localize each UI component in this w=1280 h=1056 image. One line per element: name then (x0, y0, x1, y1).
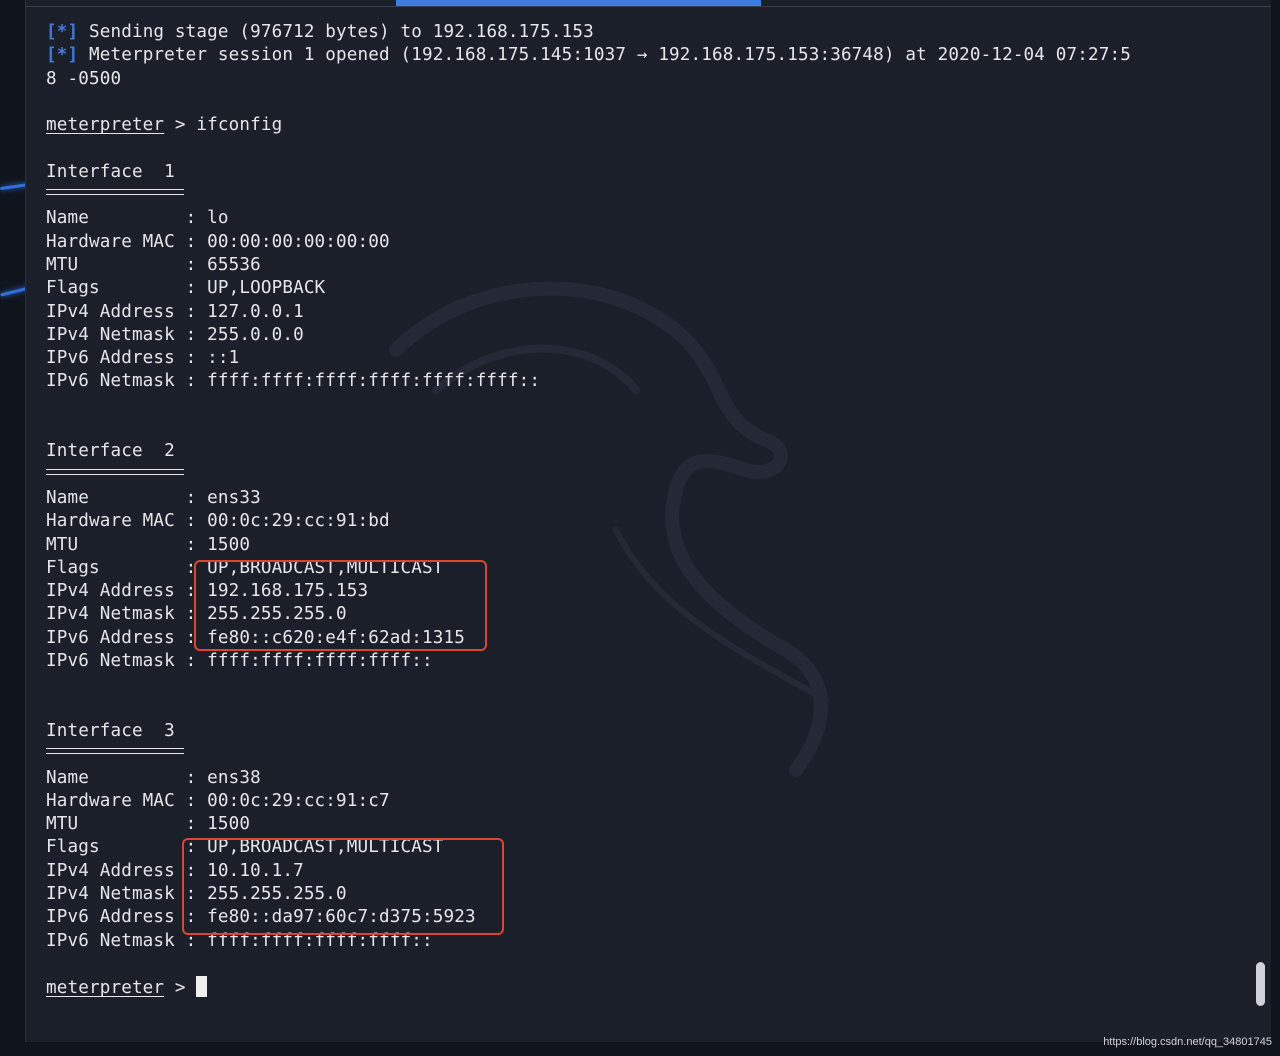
terminal-line: Hardware MAC : 00:0c:29:cc:91:c7 (46, 790, 1131, 813)
terminal-line: MTU : 65536 (46, 254, 1131, 277)
terminal-line: meterpreter > ifconfig (46, 114, 1131, 137)
terminal-line: Hardware MAC : 00:00:00:00:00:00 (46, 231, 1131, 254)
terminal-window[interactable]: [*] Sending stage (976712 bytes) to 192.… (25, 0, 1271, 1042)
line-text: MTU : 1500 (46, 534, 251, 555)
command-text: > (164, 978, 197, 999)
terminal-line: Name : lo (46, 207, 1131, 230)
terminal-line: IPv6 Netmask : ffff:ffff:ffff:ffff:ffff:… (46, 370, 1131, 393)
line-text: IPv6 Address : ::1 (46, 348, 240, 369)
line-text: MTU : 65536 (46, 254, 261, 275)
line-text: IPv6 Netmask : ffff:ffff:ffff:ffff:: (46, 651, 433, 672)
info-marker: [*] (46, 45, 79, 66)
terminal-line: Flags : UP,LOOPBACK (46, 277, 1131, 300)
terminal-line: meterpreter > (46, 976, 1131, 999)
line-text: Name : ens33 (46, 487, 261, 508)
terminal-line: Interface 2 (46, 440, 1131, 463)
terminal-line (46, 743, 1131, 766)
source-url-label: https://blog.csdn.net/qq_34801745 (1103, 1036, 1272, 1048)
terminal-line (46, 464, 1131, 487)
tab-bar-divider (26, 6, 1271, 7)
prompt-label: meterpreter (46, 115, 165, 136)
command-text: > ifconfig (164, 115, 283, 136)
line-text: Interface 1 (46, 161, 175, 182)
line-text: Sending stage (976712 bytes) to 192.168.… (78, 22, 594, 42)
header-double-underline (46, 468, 184, 475)
terminal-line: Name : ens38 (46, 767, 1131, 790)
line-text: Meterpreter session 1 opened (192.168.17… (78, 45, 1131, 66)
line-text: Interface 3 (46, 720, 175, 741)
line-text: Name : lo (46, 208, 229, 229)
terminal-line: [*] Sending stage (976712 bytes) to 192.… (46, 21, 1131, 44)
header-double-underline (46, 189, 184, 196)
text-cursor[interactable] (196, 976, 208, 998)
line-text: MTU : 1500 (46, 814, 251, 835)
header-double-underline (46, 748, 184, 755)
terminal-line: MTU : 1500 (46, 813, 1131, 836)
line-text: Interface 2 (46, 441, 175, 462)
highlight-box-interface-2 (194, 560, 487, 651)
terminal-line: [*] Meterpreter session 1 opened (192.16… (46, 44, 1131, 67)
line-text: Hardware MAC : 00:0c:29:cc:91:c7 (46, 790, 390, 811)
line-text: Hardware MAC : 00:00:00:00:00:00 (46, 231, 390, 252)
line-text: IPv6 Netmask : ffff:ffff:ffff:ffff:ffff:… (46, 371, 541, 392)
terminal-line: IPv4 Netmask : 255.0.0.0 (46, 324, 1131, 347)
terminal-line: MTU : 1500 (46, 534, 1131, 557)
terminal-line: 8 -0500 (46, 68, 1131, 91)
line-text: Hardware MAC : 00:0c:29:cc:91:bd (46, 511, 390, 532)
terminal-line: Hardware MAC : 00:0c:29:cc:91:bd (46, 510, 1131, 533)
line-text: 8 -0500 (46, 68, 122, 89)
terminal-scrollbar[interactable] (1256, 962, 1265, 1006)
terminal-line (46, 184, 1131, 207)
highlight-box-interface-3 (182, 838, 504, 935)
terminal-line: IPv4 Address : 127.0.0.1 (46, 301, 1131, 324)
info-marker: [*] (46, 22, 79, 42)
terminal-line: Interface 3 (46, 720, 1131, 743)
terminal-line: Name : ens33 (46, 487, 1131, 510)
prompt-label: meterpreter (46, 978, 165, 999)
line-text: IPv4 Address : 127.0.0.1 (46, 301, 304, 322)
line-text: Name : ens38 (46, 767, 261, 788)
terminal-line: IPv6 Address : ::1 (46, 347, 1131, 370)
terminal-line: Interface 1 (46, 161, 1131, 184)
line-text: Flags : UP,LOOPBACK (46, 278, 326, 299)
line-text: IPv4 Netmask : 255.0.0.0 (46, 324, 304, 345)
terminal-line: IPv6 Netmask : ffff:ffff:ffff:ffff:: (46, 650, 1131, 673)
